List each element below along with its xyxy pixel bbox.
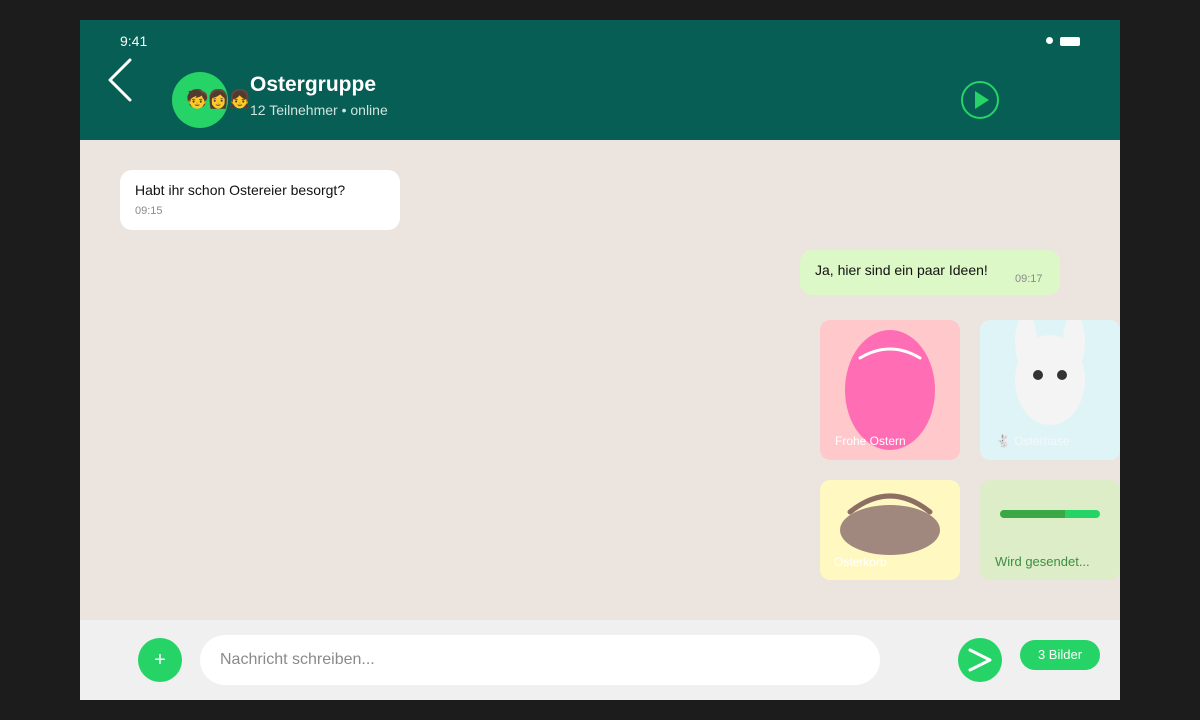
avatar-emoji: 🧒👩👧: [186, 89, 251, 109]
battery-icon: [1060, 37, 1080, 46]
image-label: Osterkorb: [834, 555, 887, 569]
status-time: 9:41: [120, 33, 148, 49]
message-input[interactable]: [200, 635, 880, 685]
image-label: 🐇 Osterhase: [996, 434, 1070, 448]
image-sending[interactable]: Wird gesendet...: [980, 480, 1120, 580]
chat-subtitle: 12 Teilnehmer • online: [250, 102, 388, 118]
chat-title[interactable]: Ostergruppe: [250, 73, 376, 97]
composer-bar: + 3 Bilder: [80, 620, 1120, 700]
back-button[interactable]: [102, 56, 142, 104]
send-icon: [968, 648, 992, 672]
signal-icon: [1046, 37, 1053, 44]
play-button[interactable]: [960, 80, 1000, 120]
chevron-left-icon: [108, 58, 132, 102]
image-bunny[interactable]: 🐇 Osterhase: [980, 320, 1120, 460]
chat-screen: 9:41 🧒👩👧 Ostergruppe 12 Teilnehmer • onl…: [80, 20, 1120, 700]
add-attachment-button[interactable]: +: [138, 638, 182, 682]
sending-status: Wird gesendet...: [995, 554, 1090, 569]
message-time: 09:17: [1015, 273, 1043, 285]
chat-header: 9:41 🧒👩👧 Ostergruppe 12 Teilnehmer • onl…: [80, 20, 1120, 140]
outgoing-message[interactable]: Ja, hier sind ein paar Ideen! 09:17: [800, 250, 1060, 295]
upload-progress-bar: [1000, 510, 1100, 518]
image-easter-egg[interactable]: Frohe Ostern: [820, 320, 960, 460]
message-time: 09:15: [135, 205, 163, 217]
upload-progress-fill: [1000, 510, 1065, 518]
send-button[interactable]: [958, 638, 1002, 682]
message-text: Ja, hier sind ein paar Ideen!: [815, 262, 988, 278]
image-label: Frohe Ostern: [835, 434, 906, 448]
incoming-message[interactable]: Habt ihr schon Ostereier besorgt? 09:15: [120, 170, 400, 230]
play-icon: [961, 81, 999, 119]
image-count-badge[interactable]: 3 Bilder: [1020, 640, 1100, 670]
message-text: Habt ihr schon Ostereier besorgt?: [135, 182, 346, 198]
image-basket[interactable]: Osterkorb: [820, 480, 960, 580]
